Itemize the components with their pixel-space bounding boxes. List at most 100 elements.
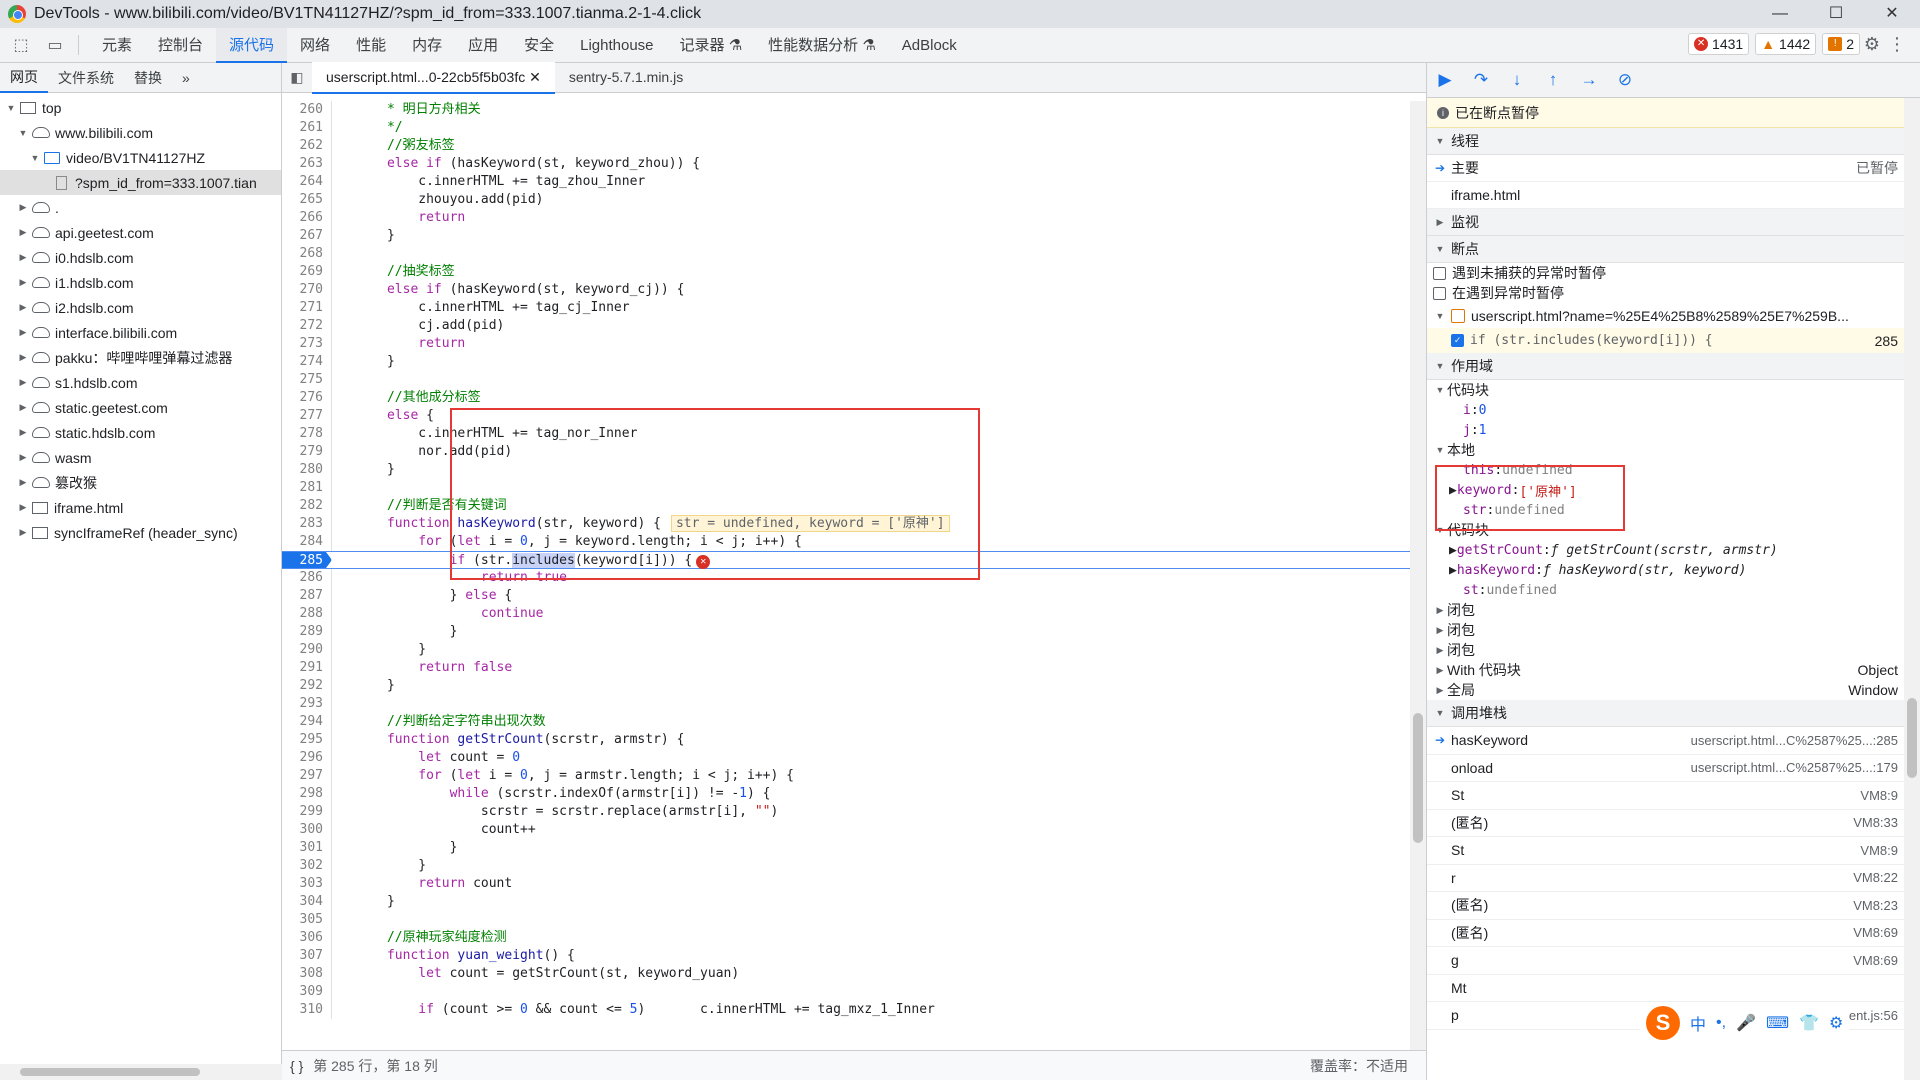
breakpoint-checkbox[interactable]: ✓ bbox=[1451, 334, 1464, 347]
tree-item[interactable]: ▶ s1.hdslb.com bbox=[0, 370, 281, 395]
line-number[interactable]: 289 bbox=[282, 623, 332, 641]
scope-variable[interactable]: i: 0 bbox=[1427, 400, 1920, 420]
threads-section-header[interactable]: ▼ 线程 bbox=[1427, 128, 1920, 155]
scope-section-header[interactable]: ▼ 作用域 bbox=[1427, 353, 1920, 380]
editor-tab[interactable]: userscript.html...0-22cb5f5b03fc ✕ bbox=[312, 61, 555, 94]
panel-tab[interactable]: AdBlock bbox=[889, 28, 970, 63]
toolbox-icon[interactable]: ⚙ bbox=[1829, 1013, 1843, 1033]
line-number[interactable]: 282 bbox=[282, 497, 332, 515]
line-number[interactable]: 298 bbox=[282, 785, 332, 803]
scope-closure[interactable]: ▶ 闭包 bbox=[1427, 600, 1920, 620]
punctuation-icon[interactable]: •, bbox=[1716, 1014, 1726, 1032]
callstack-frame[interactable]: hasKeyword userscript.html...C%2587%25...… bbox=[1427, 727, 1920, 755]
line-number[interactable]: 276 bbox=[282, 389, 332, 407]
expand-arrow-icon[interactable]: ▶ bbox=[16, 427, 30, 438]
callstack-frame[interactable]: r VM8:22 bbox=[1427, 865, 1920, 892]
toggle-navigator-icon[interactable]: ◧ bbox=[282, 69, 312, 86]
breakpoint-file[interactable]: ▼ userscript.html?name=%25E4%25B8%2589%25… bbox=[1427, 303, 1920, 328]
breakpoints-section-header[interactable]: ▼ 断点 bbox=[1427, 236, 1920, 263]
line-number[interactable]: 293 bbox=[282, 695, 332, 713]
issues-count-badge[interactable]: ! 2 bbox=[1822, 33, 1860, 55]
tree-item[interactable]: ▶ static.hdslb.com bbox=[0, 420, 281, 445]
line-number[interactable]: 302 bbox=[282, 857, 332, 875]
more-options-icon[interactable]: ⋮ bbox=[1888, 34, 1906, 55]
resume-icon[interactable]: ▶ bbox=[1427, 70, 1463, 90]
expand-arrow-icon[interactable]: ▶ bbox=[16, 302, 30, 313]
tree-item[interactable]: ▼ video/BV1TN41127HZ bbox=[0, 145, 281, 170]
navigator-tab[interactable]: 替换 bbox=[124, 68, 172, 88]
close-window-button[interactable]: ✕ bbox=[1864, 0, 1920, 28]
expand-arrow-icon[interactable]: ▼ bbox=[4, 103, 18, 113]
panel-tab[interactable]: 应用 bbox=[455, 28, 511, 63]
pretty-print-icon[interactable]: { } bbox=[290, 1058, 303, 1074]
watch-section-header[interactable]: ▶ 监视 bbox=[1427, 209, 1920, 236]
expand-arrow-icon[interactable]: ▶ bbox=[16, 227, 30, 238]
settings-gear-icon[interactable]: ⚙ bbox=[1864, 34, 1880, 55]
line-number[interactable]: 260 bbox=[282, 101, 332, 119]
step-out-icon[interactable]: ↑ bbox=[1535, 70, 1571, 90]
device-toolbar-icon[interactable]: ▭ bbox=[42, 32, 68, 58]
scope-variable[interactable]: st: undefined bbox=[1427, 580, 1920, 600]
line-number[interactable]: 294 bbox=[282, 713, 332, 731]
tree-item[interactable]: ▶ api.geetest.com bbox=[0, 220, 281, 245]
warning-count-badge[interactable]: ▲ 1442 bbox=[1755, 33, 1817, 55]
expand-arrow-icon[interactable]: ▶ bbox=[16, 402, 30, 413]
step-icon[interactable]: → bbox=[1571, 70, 1607, 90]
expand-arrow-icon[interactable]: ▶ bbox=[16, 502, 30, 513]
scope-closure[interactable]: ▶ 闭包 bbox=[1427, 640, 1920, 660]
panel-tab[interactable]: 性能数据分析 ⚗ bbox=[755, 28, 889, 63]
line-number[interactable]: 303 bbox=[282, 875, 332, 893]
line-number[interactable]: 273 bbox=[282, 335, 332, 353]
line-number[interactable]: 261 bbox=[282, 119, 332, 137]
callstack-frame[interactable]: (匿名) VM8:69 bbox=[1427, 920, 1920, 947]
expand-arrow-icon[interactable]: ▶ bbox=[16, 277, 30, 288]
callstack-frame[interactable]: (匿名) VM8:23 bbox=[1427, 892, 1920, 920]
expand-arrow-icon[interactable]: ▶ bbox=[1449, 543, 1457, 558]
callstack-frame[interactable]: onload userscript.html...C%2587%25...:179 bbox=[1427, 755, 1920, 782]
tree-item[interactable]: ▶ pakku：哔哩哔哩弹幕过滤器 bbox=[0, 345, 281, 370]
callstack-frame[interactable]: g VM8:69 bbox=[1427, 947, 1920, 975]
inspect-element-icon[interactable]: ⬚ bbox=[8, 32, 34, 58]
line-number[interactable]: 272 bbox=[282, 317, 332, 335]
line-number[interactable]: 281 bbox=[282, 479, 332, 497]
line-number[interactable]: 267 bbox=[282, 227, 332, 245]
scope-variable[interactable]: ▶ hasKeyword: ƒ hasKeyword(str, keyword) bbox=[1427, 560, 1920, 580]
sidebar-vscrollbar[interactable] bbox=[1904, 98, 1920, 1080]
ime-language[interactable]: 中 bbox=[1690, 1011, 1706, 1035]
expand-arrow-icon[interactable]: ▶ bbox=[16, 327, 30, 338]
line-number[interactable]: 301 bbox=[282, 839, 332, 857]
line-number[interactable]: 297 bbox=[282, 767, 332, 785]
expand-arrow-icon[interactable]: ▼ bbox=[28, 153, 42, 163]
line-number[interactable]: 306 bbox=[282, 929, 332, 947]
line-number[interactable]: 285 bbox=[282, 552, 332, 568]
line-number[interactable]: 304 bbox=[282, 893, 332, 911]
scope-block-1[interactable]: ▼ 代码块 bbox=[1427, 380, 1920, 400]
line-number[interactable]: 308 bbox=[282, 965, 332, 983]
microphone-icon[interactable]: 🎤 bbox=[1736, 1013, 1756, 1033]
scope-global[interactable]: ▶ 全局 Window bbox=[1427, 680, 1920, 700]
tree-item[interactable]: ▼ www.bilibili.com bbox=[0, 120, 281, 145]
expand-arrow-icon[interactable]: ▶ bbox=[16, 352, 30, 363]
callstack-frame[interactable]: Mt bbox=[1427, 975, 1920, 1002]
panel-tab[interactable]: 内存 bbox=[399, 28, 455, 63]
tree-item[interactable]: ▶ i0.hdslb.com bbox=[0, 245, 281, 270]
panel-tab[interactable]: 源代码 bbox=[216, 27, 288, 63]
tree-item[interactable]: ▶ syncIframeRef (header_sync) bbox=[0, 520, 281, 545]
tree-item[interactable]: ▶ iframe.html bbox=[0, 495, 281, 520]
tree-item[interactable]: ▶ 篡改猴 bbox=[0, 470, 281, 495]
expand-arrow-icon[interactable]: ▶ bbox=[1449, 563, 1457, 578]
line-number[interactable]: 300 bbox=[282, 821, 332, 839]
navigator-tab[interactable]: 网页 bbox=[0, 63, 48, 93]
line-number[interactable]: 266 bbox=[282, 209, 332, 227]
checkbox[interactable] bbox=[1433, 286, 1446, 300]
line-number[interactable]: 274 bbox=[282, 353, 332, 371]
line-number[interactable]: 286 bbox=[282, 569, 332, 587]
line-number[interactable]: 287 bbox=[282, 587, 332, 605]
expand-arrow-icon[interactable]: ▼ bbox=[16, 128, 30, 138]
navigator-tab[interactable]: 文件系统 bbox=[48, 68, 124, 88]
scope-closure[interactable]: ▶ 闭包 bbox=[1427, 620, 1920, 640]
issue-counters[interactable]: ✕ 1431 ▲ 1442 ! 2 bbox=[1688, 33, 1860, 55]
step-over-icon[interactable]: ↷ bbox=[1463, 70, 1499, 90]
expand-arrow-icon[interactable]: ▶ bbox=[16, 477, 30, 488]
panel-tab[interactable]: 网络 bbox=[287, 28, 343, 63]
